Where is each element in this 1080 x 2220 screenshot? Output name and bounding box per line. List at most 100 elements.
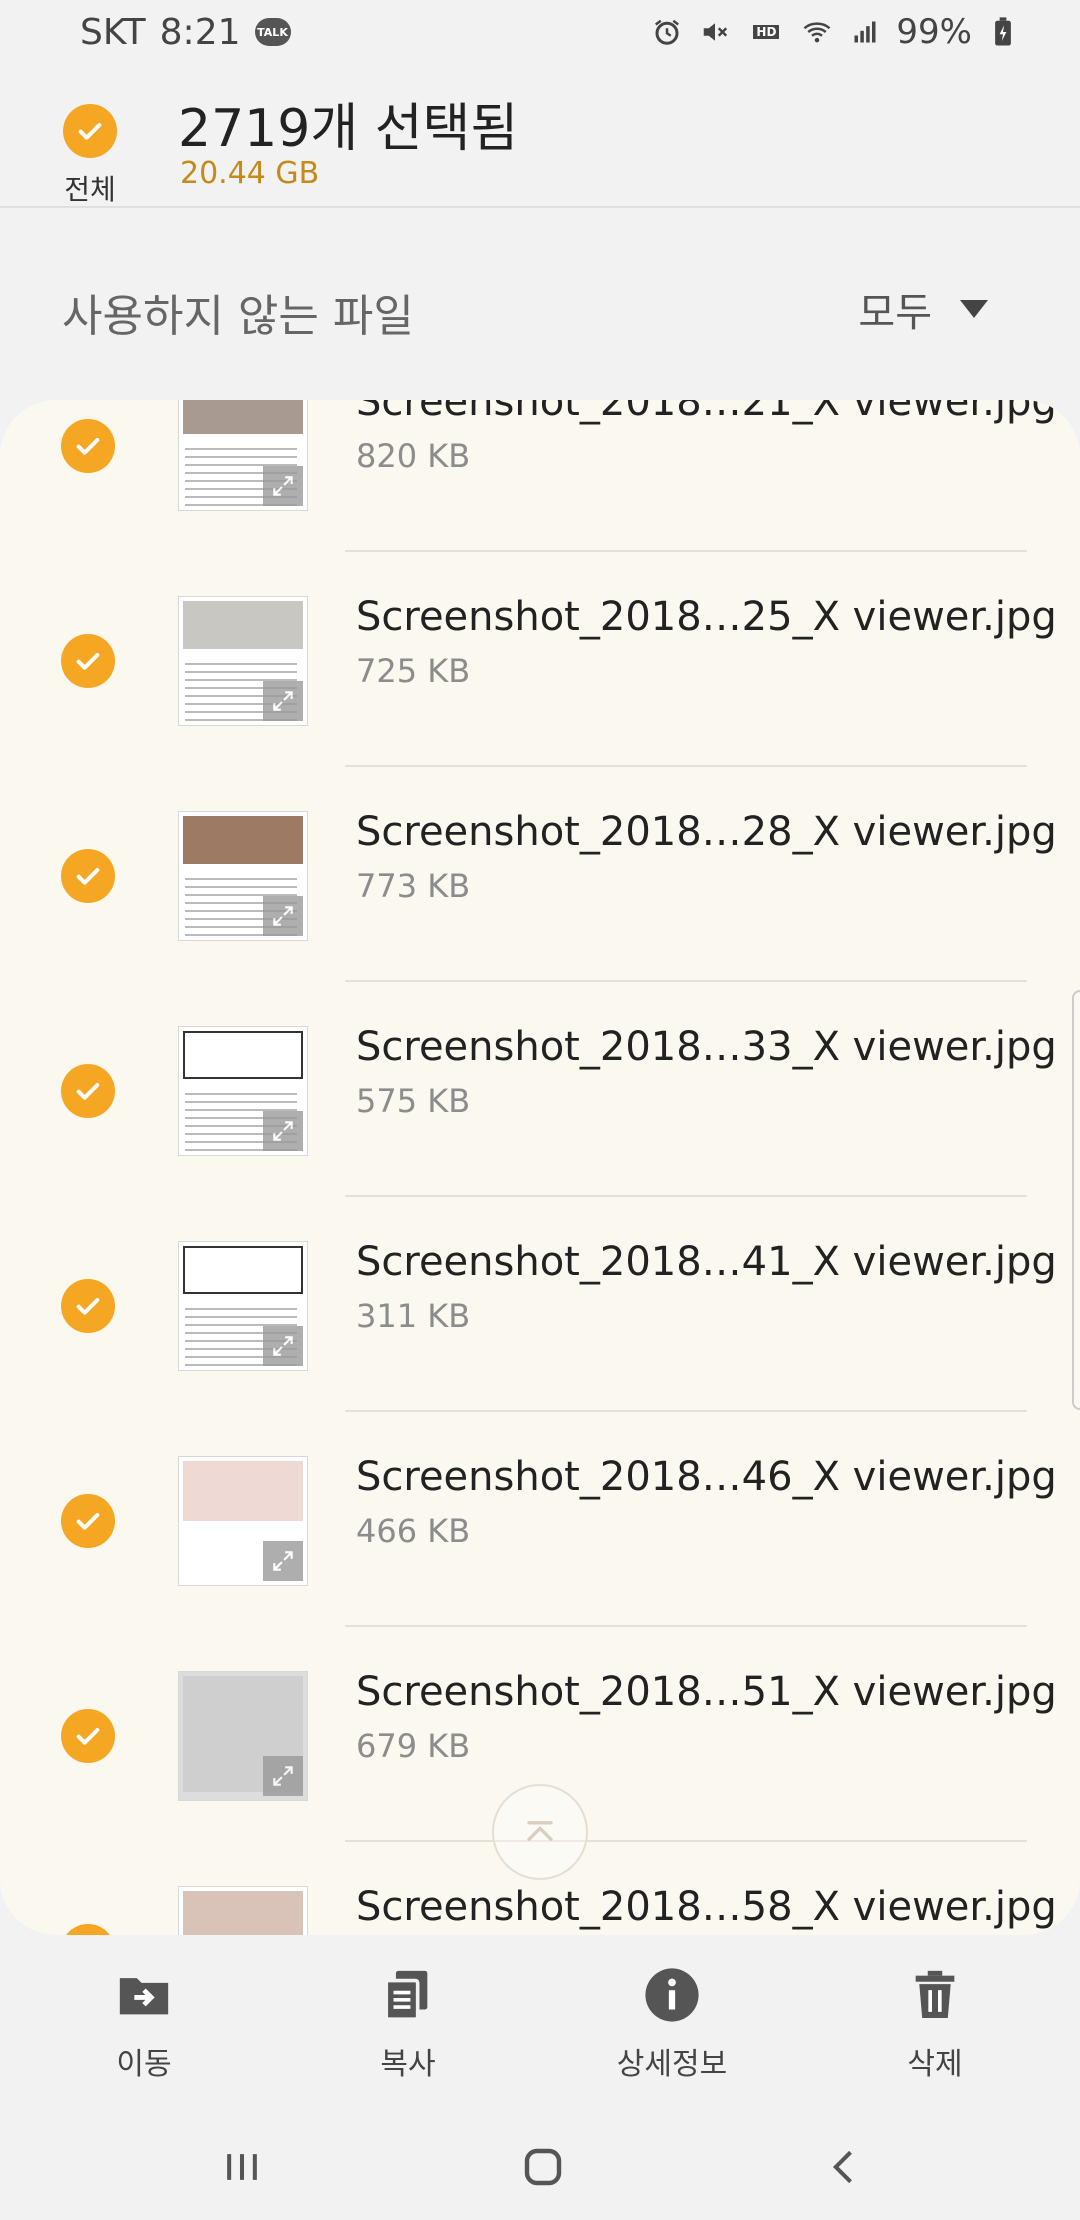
file-row[interactable]: Screenshot_2018…51_X viewer.jpg 679 KB [0, 1585, 1080, 1842]
checkmark-icon [76, 1083, 100, 1100]
file-list[interactable]: Screenshot_2018…21_X viewer.jpg 820 KB S… [0, 400, 1080, 1935]
expand-icon [263, 1541, 303, 1581]
select-all-label: 전체 [64, 173, 116, 206]
file-row[interactable]: Screenshot_2018…21_X viewer.jpg 820 KB [0, 400, 1080, 552]
file-checkbox[interactable] [61, 1924, 115, 1935]
checkmark-icon [76, 653, 100, 670]
thumbnail-photo [183, 1891, 303, 1935]
file-row[interactable]: Screenshot_2018…33_X viewer.jpg 575 KB [0, 940, 1080, 1197]
thumbnail-photo [183, 400, 303, 434]
home-button[interactable] [513, 2137, 573, 2197]
home-icon [524, 2148, 562, 2186]
file-size: 773 KB [356, 867, 471, 905]
file-thumbnail[interactable] [178, 811, 308, 941]
file-thumbnail[interactable] [178, 1241, 308, 1371]
scroll-to-top-button[interactable] [492, 1784, 588, 1880]
expand-icon [263, 896, 303, 936]
move-button[interactable]: 이동 [44, 1965, 244, 2083]
copy-label: 복사 [380, 2047, 436, 2082]
hd-voice-icon: HD [746, 17, 786, 47]
trash-icon [905, 1965, 965, 2025]
thumbnail-photo [183, 1461, 303, 1521]
wifi-icon [800, 17, 834, 47]
file-thumbnail[interactable] [178, 1671, 308, 1801]
talk-badge-text: TALK [257, 25, 288, 39]
checkmark-icon [76, 868, 100, 885]
file-name: Screenshot_2018…58_X viewer.jpg [356, 1884, 1057, 1930]
file-size: 466 KB [356, 1512, 471, 1550]
thumbnail-photo [183, 816, 303, 864]
selected-count-title: 2719개 선택됨 [178, 99, 519, 159]
file-name: Screenshot_2018…51_X viewer.jpg [356, 1669, 1057, 1715]
file-size: 575 KB [356, 1082, 471, 1120]
talk-notification-icon: TALK [254, 18, 291, 46]
file-row[interactable]: Screenshot_2018…46_X viewer.jpg 466 KB [0, 1370, 1080, 1627]
thumbnail-photo [183, 1246, 303, 1294]
selected-total-size: 20.44 GB [180, 156, 320, 191]
move-folder-icon [114, 1965, 174, 2025]
file-row[interactable]: Screenshot_2018…41_X viewer.jpg 311 KB [0, 1155, 1080, 1412]
back-button[interactable] [815, 2137, 875, 2197]
file-size: 725 KB [356, 652, 471, 690]
file-checkbox[interactable] [61, 1494, 115, 1548]
file-size: 311 KB [356, 1297, 471, 1335]
scroll-top-icon [527, 1821, 553, 1841]
move-label: 이동 [116, 2047, 172, 2082]
file-size: 820 KB [356, 437, 471, 475]
delete-label: 삭제 [907, 2047, 963, 2082]
filter-label: 모두 [858, 290, 932, 336]
select-all-checkbox[interactable] [63, 104, 117, 158]
checkmark-icon [76, 1728, 100, 1745]
section-header: 사용하지 않는 파일 모두 [0, 210, 1080, 400]
file-thumbnail[interactable] [178, 400, 308, 511]
file-checkbox[interactable] [61, 1279, 115, 1333]
status-bar: SKT 8:21 TALK HD 99% [0, 0, 1080, 64]
expand-icon [263, 1111, 303, 1151]
file-name: Screenshot_2018…46_X viewer.jpg [356, 1454, 1057, 1500]
recent-apps-icon [227, 2154, 257, 2180]
signal-icon [848, 17, 882, 47]
details-button[interactable]: 상세정보 [572, 1965, 772, 2083]
delete-button[interactable]: 삭제 [835, 1965, 1035, 2083]
section-title: 사용하지 않는 파일 [62, 291, 414, 342]
action-bar: 이동 복사 상세정보 삭제 [0, 1935, 1080, 2115]
file-row[interactable]: Screenshot_2018…25_X viewer.jpg 725 KB [0, 510, 1080, 767]
scrollbar[interactable] [1072, 990, 1080, 1410]
file-thumbnail[interactable] [178, 1456, 308, 1586]
carrier-label: SKT [80, 11, 146, 53]
time-label: 8:21 [159, 11, 241, 53]
expand-icon [263, 1756, 303, 1796]
thumbnail-photo [183, 601, 303, 649]
file-name: Screenshot_2018…33_X viewer.jpg [356, 1024, 1057, 1070]
details-label: 상세정보 [616, 2047, 728, 2082]
expand-icon [263, 466, 303, 506]
recent-apps-button[interactable] [212, 2137, 272, 2197]
file-thumbnail[interactable] [178, 596, 308, 726]
back-icon [832, 2150, 852, 2184]
checkmark-icon [76, 1298, 100, 1315]
file-checkbox[interactable] [61, 634, 115, 688]
file-row[interactable]: Screenshot_2018…28_X viewer.jpg 773 KB [0, 725, 1080, 982]
thumbnail-photo [183, 1031, 303, 1079]
file-checkbox[interactable] [61, 419, 115, 473]
dropdown-arrow-icon [960, 300, 988, 318]
status-left: SKT 8:21 TALK [80, 12, 291, 53]
alarm-icon [650, 17, 684, 47]
expand-icon [263, 1326, 303, 1366]
info-icon [642, 1965, 702, 2025]
filter-dropdown[interactable]: 모두 [858, 280, 988, 338]
file-checkbox[interactable] [61, 849, 115, 903]
checkmark-icon [78, 123, 102, 140]
file-name: Screenshot_2018…41_X viewer.jpg [356, 1239, 1057, 1285]
system-navigation-bar [0, 2115, 1080, 2220]
select-all-toggle[interactable]: 전체 [60, 104, 120, 208]
file-checkbox[interactable] [61, 1064, 115, 1118]
file-size: 679 KB [356, 1727, 471, 1765]
file-checkbox[interactable] [61, 1709, 115, 1763]
file-thumbnail[interactable] [178, 1026, 308, 1156]
checkmark-icon [76, 1513, 100, 1530]
copy-button[interactable]: 복사 [308, 1965, 508, 2083]
copy-icon [378, 1965, 438, 2025]
file-thumbnail[interactable] [178, 1886, 308, 1935]
selection-header: 전체 2719개 선택됨 20.44 GB [0, 64, 1080, 208]
